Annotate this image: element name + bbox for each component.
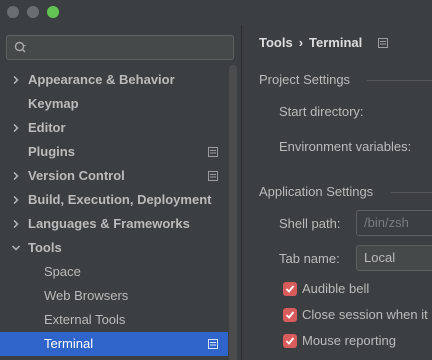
breadcrumb-separator: › (298, 35, 304, 50)
chevron-right-icon[interactable] (10, 188, 22, 212)
project-scope-icon (208, 339, 218, 349)
sidebar-item-languages-frameworks[interactable]: Languages & Frameworks (0, 212, 228, 236)
settings-sidebar: Appearance & Behavior Keymap Editor Plugins… (0, 25, 242, 360)
project-scope-icon (208, 147, 218, 157)
sidebar-item-terminal[interactable]: Terminal (0, 332, 228, 356)
audible-bell-checkbox[interactable] (283, 282, 297, 296)
breadcrumb: Tools › Terminal (259, 35, 388, 53)
mouse-reporting-checkbox[interactable] (283, 334, 297, 348)
project-settings-header: Project Settings (259, 72, 351, 87)
chevron-down-icon[interactable] (10, 236, 22, 260)
breadcrumb-current: Terminal (309, 35, 363, 50)
sidebar-item-label: Tools (28, 240, 62, 255)
tab-name-label: Tab name: (279, 251, 340, 266)
sidebar-item-label: Web Browsers (44, 288, 129, 303)
sidebar-item-build-execution-deployment[interactable]: Build, Execution, Deployment (0, 188, 228, 212)
sidebar-item-tools[interactable]: Tools (0, 236, 228, 260)
section-divider (391, 192, 432, 193)
settings-content: Tools › Terminal Project Settings Start di… (243, 25, 432, 360)
sidebar-item-space[interactable]: Space (0, 260, 228, 284)
mouse-reporting-label: Mouse reporting (302, 333, 396, 348)
start-directory-label: Start directory: (279, 104, 364, 119)
tab-name-field[interactable]: Local (356, 245, 432, 271)
sidebar-item-plugins[interactable]: Plugins (0, 140, 228, 164)
section-divider (367, 80, 432, 81)
sidebar-item-appearance-behavior[interactable]: Appearance & Behavior (0, 68, 228, 92)
zoom-window-button[interactable] (47, 6, 59, 18)
search-input[interactable] (6, 35, 234, 60)
chevron-right-icon[interactable] (10, 212, 22, 236)
sidebar-item-label: Appearance & Behavior (28, 72, 175, 87)
sidebar-item-label: Version Control (28, 168, 125, 183)
shell-path-label: Shell path: (279, 216, 341, 231)
project-scope-icon (208, 171, 218, 181)
checkmark-icon (285, 337, 295, 345)
search-icon (14, 41, 26, 53)
close-window-button[interactable] (7, 6, 19, 18)
chevron-right-icon[interactable] (10, 68, 22, 92)
minimize-window-button[interactable] (27, 6, 39, 18)
sidebar-item-editor[interactable]: Editor (0, 116, 228, 140)
checkmark-icon (285, 311, 295, 319)
chevron-right-icon[interactable] (10, 116, 22, 140)
sidebar-item-label: External Tools (44, 312, 126, 327)
sidebar-item-label: Build, Execution, Deployment (28, 192, 212, 207)
sidebar-item-label: Keymap (28, 96, 79, 111)
sidebar-item-label: Terminal (44, 336, 94, 351)
sidebar-item-label: Space (44, 264, 81, 279)
sidebar-scrollbar[interactable] (229, 65, 237, 360)
chevron-right-icon[interactable] (10, 164, 22, 188)
sidebar-item-external-tools[interactable]: External Tools (0, 308, 228, 332)
checkmark-icon (285, 285, 295, 293)
environment-variables-label: Environment variables: (279, 139, 412, 154)
audible-bell-label: Audible bell (302, 281, 370, 296)
sidebar-item-label: Plugins (28, 144, 75, 159)
close-session-checkbox[interactable] (283, 308, 297, 322)
shell-path-field[interactable]: /bin/zsh (356, 210, 432, 236)
sidebar-item-web-browsers[interactable]: Web Browsers (0, 284, 228, 308)
title-bar (0, 0, 432, 25)
close-session-label: Close session when it (302, 307, 428, 322)
breadcrumb-parent[interactable]: Tools (259, 35, 293, 50)
sidebar-item-label: Languages & Frameworks (28, 216, 190, 231)
application-settings-header: Application Settings (259, 184, 374, 199)
sidebar-item-label: Editor (28, 120, 66, 135)
sidebar-item-version-control[interactable]: Version Control (0, 164, 228, 188)
sidebar-item-keymap[interactable]: Keymap (0, 92, 228, 116)
project-scope-icon (377, 38, 388, 48)
